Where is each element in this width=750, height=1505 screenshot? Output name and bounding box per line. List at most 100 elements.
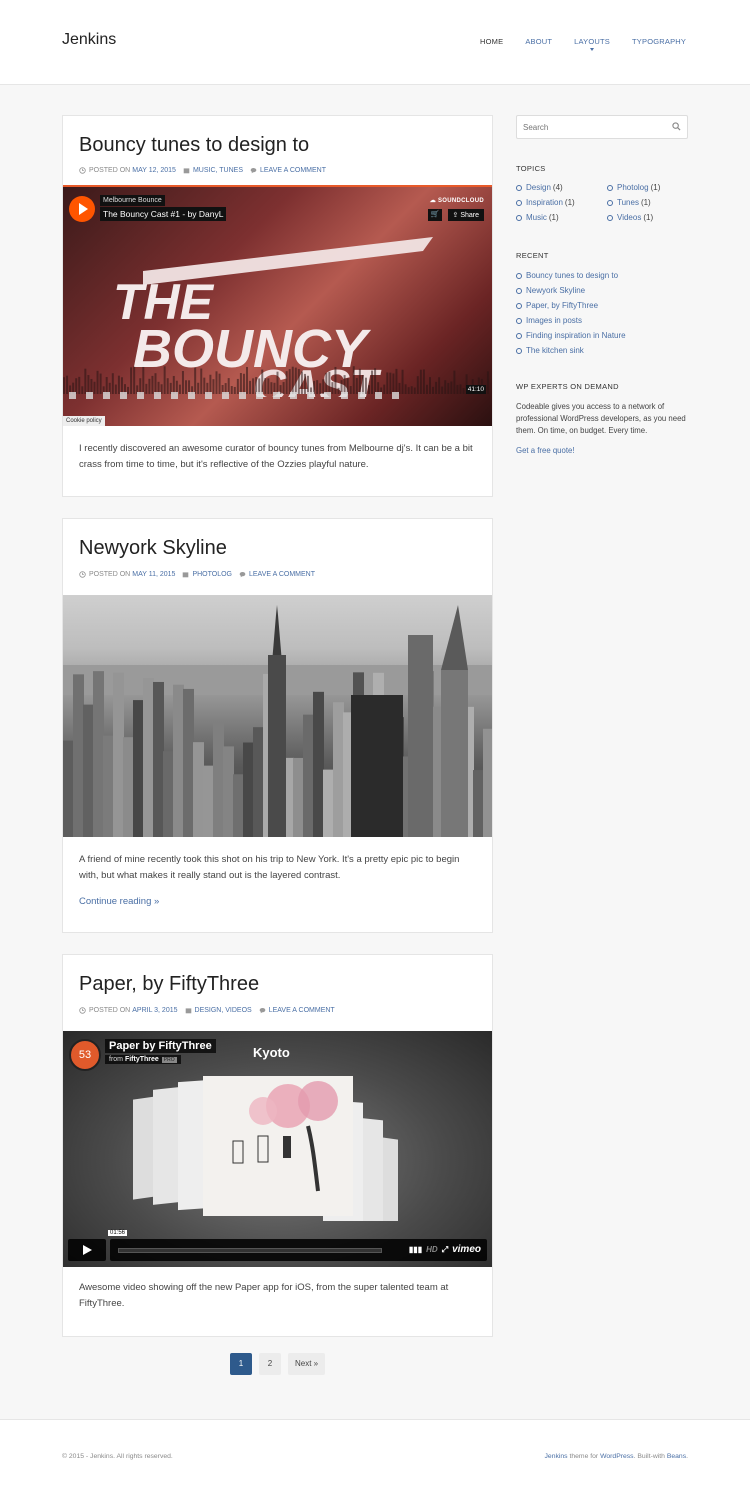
- folder-icon: [185, 1008, 191, 1014]
- experts-text: Codeable gives you access to a network o…: [516, 402, 686, 435]
- nav-home[interactable]: HOME: [480, 37, 503, 46]
- topic-count: (1): [640, 198, 651, 207]
- post-categories[interactable]: MUSIC, TUNES: [193, 167, 243, 174]
- footer-credits: Jenkins theme for WordPress. Built-with …: [545, 1453, 688, 1460]
- cookie-policy-link[interactable]: Cookie policy: [63, 416, 105, 426]
- post-title[interactable]: Newyork Skyline: [79, 537, 227, 560]
- play-icon[interactable]: [69, 196, 95, 222]
- nav-about[interactable]: ABOUT: [525, 37, 552, 46]
- sc-user[interactable]: Melbourne Bounce: [100, 195, 165, 206]
- page-1[interactable]: 1: [230, 1353, 252, 1375]
- experts-title: WP EXPERTS ON DEMAND: [516, 382, 619, 391]
- topic-photolog[interactable]: Photolog (1): [607, 183, 660, 192]
- clock-icon: [79, 571, 86, 578]
- vimeo-logo[interactable]: vimeo: [452, 1244, 481, 1255]
- leave-comment-link[interactable]: LEAVE A COMMENT: [249, 571, 315, 578]
- recent-label: Bouncy tunes to design to: [526, 271, 619, 280]
- continue-reading-link[interactable]: Continue reading »: [79, 896, 159, 907]
- bullet-icon: [516, 347, 522, 354]
- search-input[interactable]: [523, 116, 668, 138]
- share-button[interactable]: ⇪ Share: [447, 209, 484, 221]
- post-title[interactable]: Bouncy tunes to design to: [79, 134, 309, 157]
- sc-brand: SOUNDCLOUD: [438, 198, 484, 204]
- post-meta: POSTED ON MAY 11, 2015 PHOTOLOG LEAVE A …: [79, 571, 315, 578]
- nav-layouts-label: LAYOUTS: [574, 37, 611, 46]
- video-title[interactable]: Paper by FiftyThree: [105, 1039, 216, 1053]
- post-title[interactable]: Paper, by FiftyThree: [79, 973, 259, 996]
- video-author[interactable]: from FiftyThree PRO: [105, 1055, 181, 1064]
- topic-count: (1): [643, 213, 654, 222]
- fiftythree-badge[interactable]: 53: [69, 1039, 101, 1071]
- cart-icon[interactable]: 🛒: [428, 209, 442, 221]
- play-icon[interactable]: [68, 1239, 106, 1261]
- soundcloud-player[interactable]: Melbourne Bounce The Bouncy Cast #1 - by…: [63, 185, 492, 426]
- folder-icon: [183, 572, 189, 578]
- topics-title: TOPICS: [516, 164, 546, 173]
- clock-icon: [79, 1007, 86, 1014]
- progress-track[interactable]: [118, 1248, 382, 1253]
- recent-label: Newyork Skyline: [526, 286, 586, 295]
- posted-on-label: POSTED ON: [89, 167, 131, 174]
- free-quote-link[interactable]: Get a free quote!: [516, 446, 575, 455]
- hd-toggle[interactable]: HD: [426, 1245, 438, 1254]
- beans-link[interactable]: Beans: [667, 1453, 686, 1460]
- sc-duration: 41:10: [465, 385, 486, 394]
- pagination: 1 2 Next »: [230, 1353, 326, 1375]
- video-controls: ▮▮▮ HD ⤢ vimeo 01:56: [68, 1230, 487, 1261]
- video-progress-bar[interactable]: ▮▮▮ HD ⤢ vimeo: [110, 1239, 487, 1261]
- bullet-icon: [607, 184, 613, 191]
- topic-tunes[interactable]: Tunes (1): [607, 198, 651, 207]
- wordpress-link[interactable]: WordPress: [600, 1453, 634, 1460]
- volume-icon[interactable]: ▮▮▮: [409, 1245, 422, 1254]
- comment-icon: [239, 572, 246, 578]
- recent-item[interactable]: Newyork Skyline: [516, 286, 585, 295]
- paper-cards-artwork: [133, 1076, 398, 1221]
- recent-item[interactable]: Bouncy tunes to design to: [516, 271, 618, 280]
- author-name: FiftyThree: [124, 1056, 159, 1063]
- posted-on-label: POSTED ON: [89, 571, 131, 578]
- commenter-avatars: [63, 392, 492, 402]
- sc-track-title[interactable]: The Bouncy Cast #1 - by DanyL: [100, 207, 227, 221]
- page-2[interactable]: 2: [259, 1353, 281, 1375]
- soundcloud-logo-icon[interactable]: ☁ SOUNDCLOUD: [430, 197, 484, 204]
- recent-item[interactable]: The kitchen sink: [516, 346, 584, 355]
- post-categories[interactable]: PHOTOLOG: [192, 571, 232, 578]
- post-date[interactable]: MAY 12, 2015: [132, 167, 176, 174]
- leave-comment-link[interactable]: LEAVE A COMMENT: [269, 1007, 335, 1014]
- post-card: Paper, by FiftyThree POSTED ON APRIL 3, …: [62, 954, 493, 1337]
- bullet-icon: [516, 287, 522, 294]
- nav-typography[interactable]: TYPOGRAPHY: [632, 37, 686, 46]
- post-meta: POSTED ON MAY 12, 2015 MUSIC, TUNES LEAV…: [79, 167, 326, 174]
- nav-layouts[interactable]: LAYOUTS: [574, 37, 611, 51]
- search-box: [516, 115, 688, 139]
- recent-item[interactable]: Paper, by FiftyThree: [516, 301, 598, 310]
- post-date[interactable]: APRIL 3, 2015: [132, 1007, 177, 1014]
- waveform[interactable]: [63, 364, 492, 394]
- recent-item[interactable]: Images in posts: [516, 316, 582, 325]
- leave-comment-link[interactable]: LEAVE A COMMENT: [260, 167, 326, 174]
- bullet-icon: [516, 302, 522, 309]
- pro-badge: PRO: [161, 1057, 177, 1063]
- search-icon[interactable]: [672, 122, 681, 131]
- post-excerpt: Awesome video showing off the new Paper …: [79, 1282, 449, 1309]
- topic-label: Tunes: [617, 198, 639, 207]
- recent-item[interactable]: Finding inspiration in Nature: [516, 331, 626, 340]
- next-page-link[interactable]: Next »: [288, 1353, 326, 1375]
- topic-design[interactable]: Design (4): [516, 183, 563, 192]
- topic-videos[interactable]: Videos (1): [607, 213, 653, 222]
- topic-count: (1): [564, 198, 575, 207]
- clock-icon: [79, 167, 86, 174]
- vimeo-player[interactable]: 53 Paper by FiftyThree from FiftyThree PR…: [63, 1031, 492, 1267]
- theme-link[interactable]: Jenkins: [545, 1453, 568, 1460]
- site-title[interactable]: Jenkins: [62, 31, 116, 49]
- topic-label: Photolog: [617, 183, 649, 192]
- topic-music[interactable]: Music (1): [516, 213, 559, 222]
- post-categories[interactable]: DESIGN, VIDEOS: [195, 1007, 252, 1014]
- credit-text: . Built-with: [633, 1453, 667, 1460]
- topic-count: (1): [650, 183, 661, 192]
- bullet-icon: [516, 332, 522, 339]
- post-meta: POSTED ON APRIL 3, 2015 DESIGN, VIDEOS L…: [79, 1007, 335, 1014]
- topic-inspiration[interactable]: Inspiration (1): [516, 198, 575, 207]
- post-date[interactable]: MAY 11, 2015: [132, 571, 175, 578]
- fullscreen-icon[interactable]: ⤢: [442, 1245, 448, 1255]
